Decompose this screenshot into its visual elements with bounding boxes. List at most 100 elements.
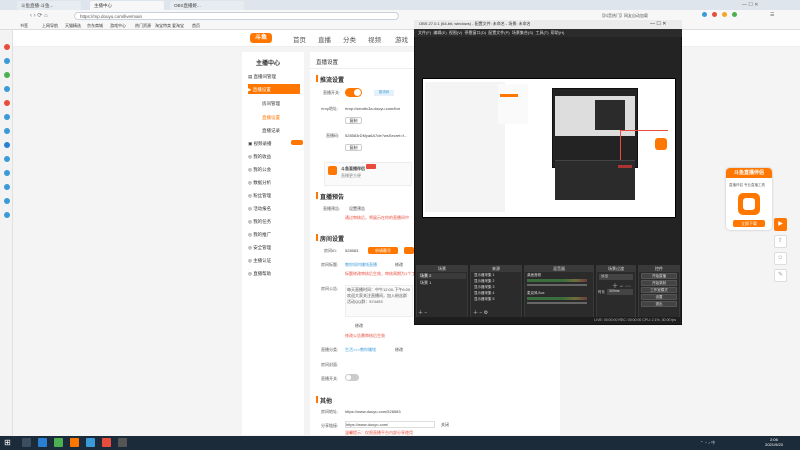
upload-icon[interactable]: ⇧ [774, 235, 787, 248]
sidebar-item[interactable]: ◎ 直播帮助 [248, 271, 271, 277]
bookmark[interactable]: 书签 [20, 23, 28, 29]
room-title-value[interactable]: 教你如何赚钱直播 [345, 262, 377, 268]
obs-menu-dock[interactable]: 停靠窗口(D) [465, 30, 487, 35]
transition-select[interactable]: 淡出 [599, 274, 633, 280]
browser-tab-3[interactable]: OBS直播姬... [170, 1, 244, 10]
window-controls[interactable]: — ☐ ✕ [742, 2, 758, 8]
browser-tab-1[interactable]: 斗鱼直播-斗鱼... [17, 1, 81, 10]
start-streaming-button[interactable]: 开始直播 [641, 273, 677, 279]
sidebar-item[interactable]: ◎ 我的收益 [248, 154, 271, 160]
sidebar-app-icon[interactable] [4, 114, 10, 120]
obs-window-controls[interactable]: — ☐ ✕ [650, 21, 666, 27]
sidebar-item[interactable]: ◎ 我的推广 [248, 232, 271, 238]
apply-id-button[interactable]: 申请靓号 [368, 247, 398, 254]
taskbar-app-icon[interactable] [54, 438, 63, 447]
sidebar-item[interactable]: ◎ 主播认证 [248, 258, 271, 264]
bookmark[interactable]: 热门资源 [135, 23, 151, 29]
nav-video[interactable]: 视频 [368, 34, 381, 44]
bookmark[interactable]: 京东商城 [87, 23, 103, 29]
search-icon[interactable] [22, 438, 31, 447]
obs-menu[interactable]: 文件(F) 编辑(E) 视图(V) 停靠窗口(D) 配置文件(P) 场景集合(S… [418, 30, 564, 36]
extension-icon[interactable] [702, 12, 707, 17]
room-url-value[interactable]: https://www.douyu.com/528583 [345, 409, 401, 414]
sidebar-subitem[interactable]: 房间管理 [262, 101, 280, 107]
key-value[interactable]: 528583rDMya6A7de?wsSecret=f... [345, 133, 413, 138]
douyu-logo[interactable]: 斗鱼 [250, 33, 272, 43]
volume-slider[interactable] [527, 284, 587, 286]
obs-menu-help[interactable]: 帮助(H) [551, 30, 565, 35]
browser-tab-2[interactable]: 主播中心 [90, 1, 164, 10]
share-input[interactable]: https://www.douyu.com/ [345, 421, 435, 428]
category-value[interactable]: 生活>>>教你赚钱 [345, 347, 376, 353]
copy-rtmp-button[interactable]: 复制 [345, 117, 362, 124]
extension-icon[interactable] [722, 12, 727, 17]
sidebar-subitem-active[interactable]: 直播设置 [262, 115, 280, 121]
sidebar-item-live-settings[interactable]: ▶ 直播设置 [248, 87, 271, 93]
bookmark[interactable]: 游戏中心 [110, 23, 126, 29]
add-source-icon[interactable]: ＋ − ⚙ [473, 309, 488, 316]
edit-category-button[interactable]: 修改 [395, 347, 403, 353]
copy-key-button[interactable]: 复制 [345, 144, 362, 151]
taskbar-app-icon[interactable] [86, 438, 95, 447]
nav-category[interactable]: 分类 [343, 34, 356, 44]
sidebar-item[interactable]: ◎ 粉丝管理 [248, 193, 271, 199]
edit-title-button[interactable]: 修改 [395, 262, 403, 268]
more-button[interactable] [404, 247, 414, 254]
sidebar-app-icon[interactable] [4, 58, 10, 64]
sidebar-app-icon[interactable] [4, 128, 10, 134]
menu-icon[interactable]: ☰ [770, 12, 774, 18]
volume-slider[interactable] [527, 302, 587, 304]
service-icon[interactable]: ☺ [774, 252, 787, 265]
sidebar-item[interactable]: ◎ 安全管理 [248, 245, 271, 251]
exit-button[interactable]: 退出 [641, 301, 677, 307]
url-input[interactable]: https://mp.douyu.com/live/main [74, 12, 399, 20]
obs-menu-tools[interactable]: 工具(T) [535, 30, 548, 35]
add-scene-icon[interactable]: ＋ − [418, 309, 427, 316]
sidebar-app-icon[interactable] [4, 184, 10, 190]
scene-item[interactable]: 场景 2 [418, 273, 466, 279]
tray-icons[interactable]: ⌃ ◔ ♪ 中 [700, 440, 715, 446]
obs-menu-edit[interactable]: 编辑(E) [433, 30, 446, 35]
obs-menu-view[interactable]: 视图(V) [449, 30, 462, 35]
settings-button[interactable]: 设置 [641, 294, 677, 300]
obs-menu-file[interactable]: 文件(F) [418, 30, 431, 35]
obs-menu-scenes[interactable]: 场景集合(S) [512, 30, 533, 35]
nav-home[interactable]: 首页 [293, 34, 306, 44]
share-dropdown[interactable]: 关闭 [441, 422, 449, 428]
nav-game[interactable]: 游戏 [395, 34, 408, 44]
clock[interactable]: 2:06 2021/9/23 [760, 437, 788, 447]
feedback-icon[interactable]: ✎ [774, 269, 787, 282]
sidebar-app-icon[interactable] [4, 198, 10, 204]
source-list[interactable]: 显示器采集 1 显示器采集 2 显示器采集 3 显示器采集 4 显示器采集 5 [474, 272, 494, 302]
nav-live[interactable]: 直播 [318, 34, 331, 44]
taskbar-app-icon[interactable] [102, 438, 111, 447]
edit-notice-button[interactable]: 修改 [355, 323, 363, 329]
sidebar-app-icon[interactable] [4, 212, 10, 218]
start-recording-button[interactable]: 开始录制 [641, 280, 677, 286]
extension-icon[interactable] [732, 12, 737, 17]
scene-item[interactable]: 场景 1 [418, 280, 431, 286]
sidebar-app-icon[interactable] [4, 72, 10, 78]
start-icon[interactable]: ⊞ [4, 438, 13, 447]
obs-menu-profile[interactable]: 配置文件(P) [488, 30, 509, 35]
sidebar-app-icon[interactable] [4, 86, 10, 92]
download-button[interactable]: 立即下载 [733, 220, 765, 227]
source-item[interactable]: 显示器采集 5 [474, 296, 494, 302]
sidebar-item[interactable]: ◎ 数据分析 [248, 180, 271, 186]
sidebar-item[interactable]: ▣ 视频录播 [248, 141, 272, 147]
extension-icon[interactable] [712, 12, 717, 17]
notice-textarea[interactable]: 每天直播时间：中午12:00-下午6:00 欢迎大家关注直播间，加入粉丝群 活动… [345, 285, 413, 317]
sidebar-item[interactable]: ◎ 我的公会 [248, 167, 271, 173]
obs-taskbar-icon[interactable] [118, 438, 127, 447]
sidebar-app-icon[interactable] [4, 156, 10, 162]
bookmark[interactable]: 首页 [192, 23, 200, 29]
studio-mode-button[interactable]: 工作室模式 [641, 287, 677, 293]
taskbar-app-icon[interactable] [38, 438, 47, 447]
bookmark[interactable]: 淘宝特卖 [155, 23, 171, 29]
sidebar-app-icon[interactable] [4, 142, 10, 148]
sidebar-app-icon[interactable] [4, 100, 10, 106]
tab-stream-code[interactable]: 推流码 [374, 90, 394, 96]
sidebar-app-icon[interactable] [4, 44, 10, 50]
live-toggle[interactable] [345, 88, 362, 97]
sidebar-item[interactable]: ▤ 直播间管理 [248, 74, 276, 80]
